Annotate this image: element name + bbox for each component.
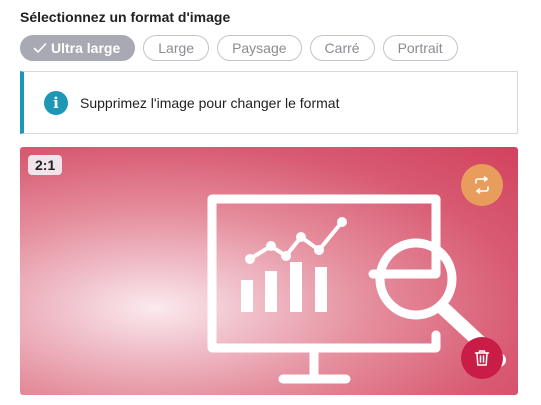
format-option-ultra-large[interactable]: Ultra large: [20, 35, 136, 61]
check-icon: [33, 43, 47, 53]
section-title: Sélectionnez un format d'image: [20, 9, 231, 25]
info-icon: i: [44, 90, 68, 115]
trash-icon: [474, 350, 490, 366]
format-option-portrait[interactable]: Portrait: [382, 35, 458, 61]
notice-message: Supprimez l'image pour changer le format: [80, 94, 340, 111]
format-option-label: Portrait: [397, 40, 443, 56]
info-notice: i Supprimez l'image pour changer le form…: [20, 71, 518, 134]
delete-image-button[interactable]: [461, 337, 503, 379]
format-option-label: Carré: [324, 40, 360, 56]
analytics-monitor-illustration: [207, 194, 506, 384]
format-option-carre[interactable]: Carré: [309, 35, 375, 61]
format-option-label: Paysage: [232, 40, 287, 56]
format-option-large[interactable]: Large: [143, 35, 210, 61]
aspect-ratio-badge: 2:1: [28, 155, 63, 175]
format-option-paysage[interactable]: Paysage: [217, 35, 302, 61]
swap-image-button[interactable]: [461, 164, 503, 206]
swap-icon: [475, 176, 489, 194]
format-selector: Ultra large Large Paysage Carré Portrait: [20, 35, 458, 61]
image-preview: 2:1: [20, 147, 518, 395]
format-option-label: Ultra large: [51, 40, 121, 56]
format-option-label: Large: [158, 40, 195, 56]
